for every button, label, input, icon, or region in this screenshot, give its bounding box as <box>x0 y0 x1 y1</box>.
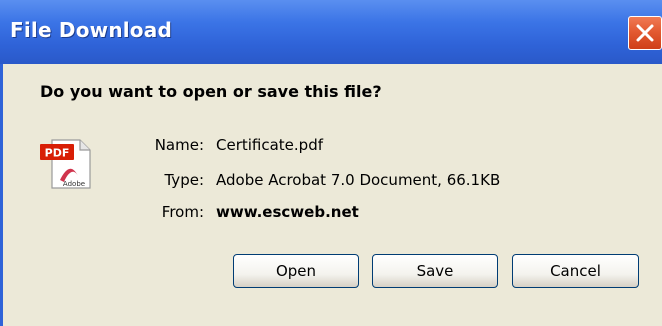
name-label: Name: <box>154 136 204 154</box>
dialog-question: Do you want to open or save this file? <box>40 82 382 101</box>
file-download-dialog: File Download Do you want to open or sav… <box>0 0 662 326</box>
from-value: www.escweb.net <box>216 203 359 221</box>
close-button[interactable] <box>628 16 662 50</box>
adobe-brand-text: Adobe <box>63 180 85 188</box>
open-button[interactable]: Open <box>233 254 359 288</box>
cancel-button[interactable]: Cancel <box>512 254 639 288</box>
pdf-file-icon: PDF Adobe <box>40 139 91 189</box>
type-label: Type: <box>164 171 204 189</box>
from-label: From: <box>161 203 204 221</box>
name-value: Certificate.pdf <box>216 136 324 154</box>
title-bar[interactable]: File Download <box>0 0 662 64</box>
pdf-badge-text: PDF <box>45 147 70 160</box>
type-value: Adobe Acrobat 7.0 Document, 66.1KB <box>216 171 501 189</box>
close-icon <box>636 24 654 42</box>
window-title: File Download <box>10 18 172 42</box>
save-button[interactable]: Save <box>372 254 498 288</box>
